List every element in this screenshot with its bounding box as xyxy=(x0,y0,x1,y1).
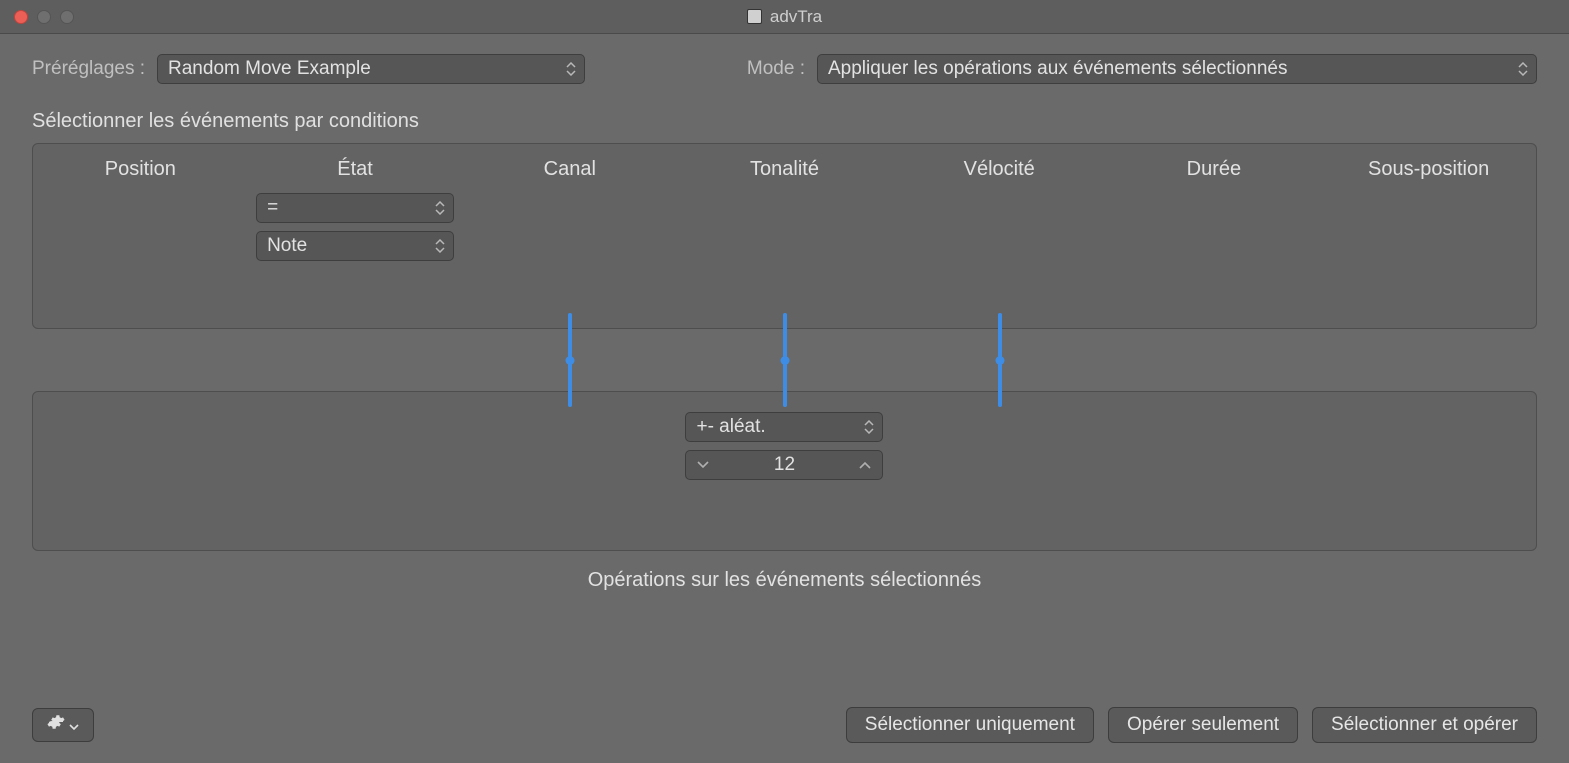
operate-only-button[interactable]: Opérer seulement xyxy=(1108,707,1298,743)
column-position: Position xyxy=(33,154,248,328)
gear-icon xyxy=(47,713,65,737)
connector-velocite[interactable] xyxy=(998,313,1002,407)
mode-select[interactable]: Appliquer les opérations aux événements … xyxy=(817,54,1537,84)
column-header: Durée xyxy=(1187,158,1241,181)
column-header: Tonalité xyxy=(750,158,819,181)
tonalite-value-spinner[interactable]: 12 xyxy=(685,450,883,480)
etat-operator-select[interactable]: = xyxy=(256,193,454,223)
tonalite-value[interactable]: 12 xyxy=(720,454,848,476)
column-header: Position xyxy=(105,158,176,181)
settings-menu-button[interactable] xyxy=(32,708,94,742)
etat-operator-value: = xyxy=(267,197,278,219)
tonalite-operation-value: +- aléat. xyxy=(696,416,765,438)
window-zoom-button[interactable] xyxy=(60,10,74,24)
column-tonalite: Tonalité xyxy=(677,154,892,328)
column-sousposition: Sous-position xyxy=(1321,154,1536,328)
updown-icon xyxy=(864,419,874,435)
etat-value: Note xyxy=(267,235,307,257)
column-header: Sous-position xyxy=(1368,158,1489,181)
chevron-down-icon[interactable] xyxy=(686,451,720,479)
presets-select[interactable]: Random Move Example xyxy=(157,54,585,84)
column-header: État xyxy=(337,158,373,181)
presets-label: Préréglages : xyxy=(32,58,145,80)
operations-caption: Opérations sur les événements sélectionn… xyxy=(0,569,1569,592)
column-canal: Canal xyxy=(462,154,677,328)
connector-tonalite[interactable] xyxy=(783,313,787,407)
operation-tonalite: +- aléat. 12 xyxy=(677,412,892,550)
updown-icon xyxy=(435,238,445,254)
etat-value-select[interactable]: Note xyxy=(256,231,454,261)
conditions-section-label: Sélectionner les événements par conditio… xyxy=(0,92,1569,143)
window-minimize-button[interactable] xyxy=(37,10,51,24)
updown-icon xyxy=(1518,61,1528,77)
column-duree: Durée xyxy=(1107,154,1322,328)
operations-panel: +- aléat. 12 xyxy=(32,391,1537,551)
select-only-button[interactable]: Sélectionner uniquement xyxy=(846,707,1094,743)
column-header: Vélocité xyxy=(964,158,1035,181)
connector-canal[interactable] xyxy=(568,313,572,407)
updown-icon xyxy=(435,200,445,216)
window-close-button[interactable] xyxy=(14,10,28,24)
mode-label: Mode : xyxy=(747,58,805,80)
column-velocite: Vélocité xyxy=(892,154,1107,328)
column-header: Canal xyxy=(544,158,596,181)
updown-icon xyxy=(566,61,576,77)
window-document-icon xyxy=(747,9,762,24)
mode-value: Appliquer les opérations aux événements … xyxy=(828,58,1287,80)
presets-value: Random Move Example xyxy=(168,58,371,80)
chevron-down-icon xyxy=(69,714,79,736)
chevron-up-icon[interactable] xyxy=(848,451,882,479)
window-titlebar: advTra xyxy=(0,0,1569,34)
select-and-operate-button[interactable]: Sélectionner et opérer xyxy=(1312,707,1537,743)
panel-connector-region xyxy=(32,329,1537,391)
column-etat: État = Note xyxy=(248,154,463,328)
window-title: advTra xyxy=(770,7,822,27)
window-controls xyxy=(0,10,74,24)
tonalite-operation-select[interactable]: +- aléat. xyxy=(685,412,883,442)
conditions-panel: Position État = Note xyxy=(32,143,1537,329)
